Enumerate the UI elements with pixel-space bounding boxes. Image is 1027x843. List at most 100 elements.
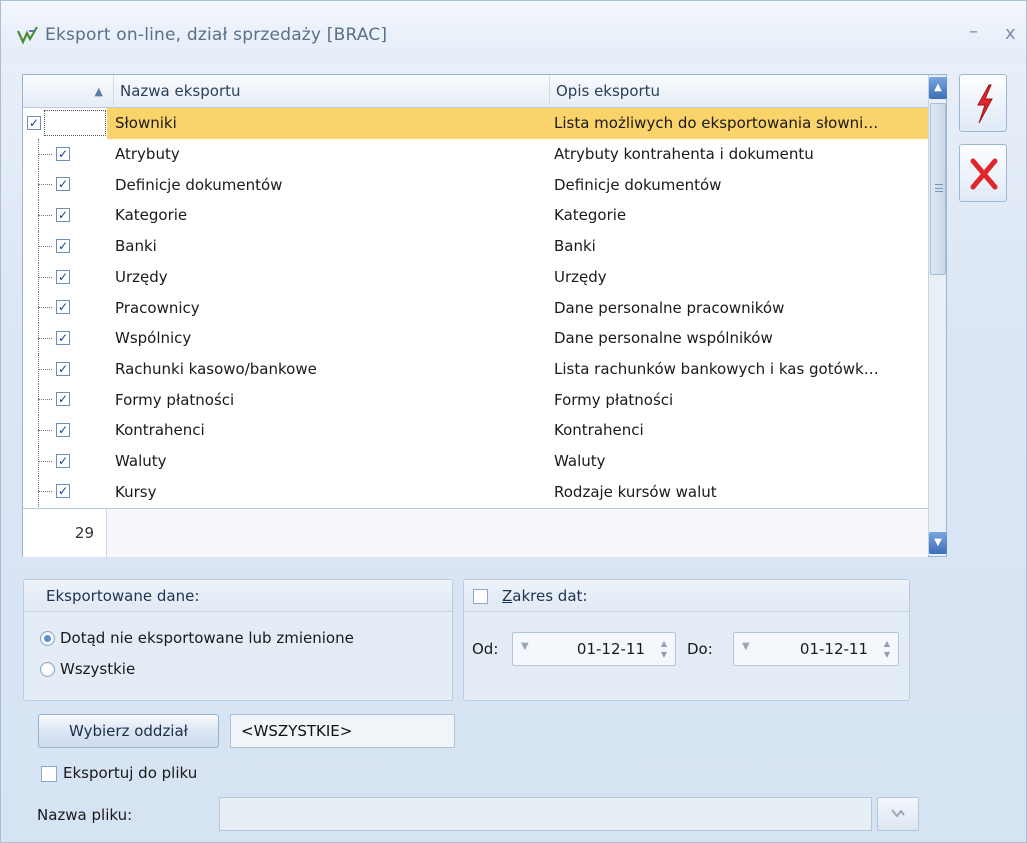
- cell-name: Rachunki kasowo/bankowe: [115, 359, 317, 378]
- tree-line: [38, 276, 52, 278]
- row-check-area: ✓: [23, 261, 107, 293]
- table-row[interactable]: ✓ Pracownicy Dane personalne pracowników: [23, 292, 928, 323]
- minimize-button[interactable]: –: [969, 21, 978, 42]
- table-row[interactable]: ✓ Atrybuty Atrybuty kontrahenta i dokument…: [23, 138, 928, 170]
- browse-icon: [891, 809, 905, 818]
- cell-name: Wspólnicy: [115, 329, 192, 348]
- row-check-area: ✓: [23, 353, 107, 385]
- to-date-field[interactable]: ▼ 01-12-11 ▲ ▼: [733, 632, 899, 666]
- tree-line: [38, 399, 52, 401]
- row-check-area: ✓: [23, 476, 107, 508]
- column-header-name[interactable]: Nazwa eksportu: [113, 75, 549, 108]
- table-row[interactable]: ✓ Wspólnicy Dane personalne wspólników: [23, 322, 928, 354]
- export-to-file-label[interactable]: Eksportuj do pliku: [63, 764, 197, 782]
- cell-description: Lista możliwych do eksportowania słowni…: [554, 114, 879, 133]
- spin-icon[interactable]: ▲ ▼: [884, 638, 890, 660]
- table-row[interactable]: ✓ Waluty Waluty: [23, 445, 928, 477]
- table-row[interactable]: ✓ Kursy Rodzaje kursów walut: [23, 476, 928, 508]
- row-checkbox[interactable]: ✓: [56, 238, 70, 253]
- row-checkbox[interactable]: ✓: [56, 484, 70, 499]
- cell-name: Atrybuty: [115, 145, 180, 164]
- to-label: Do:: [687, 640, 713, 658]
- exported-data-title: Eksportowane dane:: [24, 580, 452, 612]
- cell-description: Waluty: [554, 452, 606, 471]
- table-row[interactable]: ✓ Kategorie Kategorie: [23, 200, 928, 231]
- cell-name: Waluty: [115, 452, 167, 471]
- row-check-area: ✓: [23, 108, 107, 139]
- table-row[interactable]: ✓ Rachunki kasowo/bankowe Lista rachunków …: [23, 353, 928, 385]
- table-row[interactable]: ✓ Urzędy Urzędy: [23, 261, 928, 293]
- app-icon: [17, 26, 38, 45]
- cell-description: Formy płatności: [554, 390, 674, 409]
- grid-footer: 29: [23, 508, 928, 557]
- cancel-button[interactable]: [959, 144, 1007, 202]
- run-export-button[interactable]: [959, 74, 1007, 132]
- radio-all[interactable]: Wszystkie: [40, 660, 135, 678]
- scroll-thumb[interactable]: [930, 103, 946, 275]
- select-branch-button[interactable]: Wybierz oddział: [38, 714, 219, 748]
- row-checkbox[interactable]: ✓: [56, 330, 70, 345]
- row-checkbox[interactable]: ✓: [56, 177, 70, 192]
- branch-field: <WSZYSTKIE>: [230, 714, 455, 748]
- lightning-icon: [977, 84, 993, 124]
- row-checkbox[interactable]: ✓: [56, 453, 70, 468]
- browse-file-button[interactable]: [877, 797, 919, 831]
- tree-line: [38, 215, 52, 217]
- tree-line: [38, 460, 52, 462]
- table-row[interactable]: ✓ Słowniki Lista możliwych do eksportowani…: [23, 108, 928, 139]
- cell-name: Formy płatności: [115, 390, 235, 409]
- table-row[interactable]: ✓ Kontrahenci Kontrahenci: [23, 415, 928, 446]
- file-name-label: Nazwa pliku:: [37, 806, 133, 824]
- close-button[interactable]: x: [1005, 23, 1016, 44]
- scroll-up-button[interactable]: ▲: [929, 77, 947, 99]
- tree-line: [38, 184, 52, 186]
- cell-description: Rodzaje kursów walut: [554, 482, 717, 501]
- tree-line: [38, 245, 52, 247]
- export-grid: ▲ Nazwa eksportu Opis eksportu ✓ Słowniki…: [22, 74, 947, 557]
- radio-icon[interactable]: [40, 630, 55, 646]
- row-check-area: ✓: [23, 384, 107, 415]
- row-check-area: ✓: [23, 445, 107, 477]
- row-checkbox[interactable]: ✓: [56, 208, 70, 223]
- cell-name: Pracownicy: [115, 298, 200, 317]
- spin-icon[interactable]: ▲ ▼: [661, 638, 667, 660]
- focus-outline: [44, 110, 106, 136]
- table-row[interactable]: ✓ Formy płatności Formy płatności: [23, 384, 928, 415]
- row-check-area: ✓: [23, 415, 107, 446]
- row-checkbox[interactable]: ✓: [56, 361, 70, 376]
- exported-data-group: Eksportowane dane: Dotąd nie eksportowan…: [23, 579, 453, 701]
- row-checkbox[interactable]: ✓: [56, 423, 70, 437]
- dropdown-arrow-icon[interactable]: ▼: [742, 641, 750, 652]
- cell-description: Banki: [554, 237, 596, 256]
- row-checkbox[interactable]: ✓: [56, 146, 70, 161]
- dropdown-arrow-icon[interactable]: ▼: [521, 641, 529, 652]
- tree-line: [38, 307, 52, 309]
- scroll-down-button[interactable]: ▼: [929, 532, 947, 554]
- row-checkbox[interactable]: ✓: [27, 116, 41, 130]
- from-date-field[interactable]: ▼ 01-12-11 ▲ ▼: [512, 632, 676, 666]
- sort-arrow-icon[interactable]: ▲: [23, 75, 113, 108]
- table-row[interactable]: ✓ Banki Banki: [23, 230, 928, 262]
- row-checkbox[interactable]: ✓: [56, 269, 70, 284]
- vertical-scrollbar[interactable]: ▲ ▼: [928, 75, 947, 556]
- row-checkbox[interactable]: ✓: [56, 300, 70, 315]
- radio-icon[interactable]: [40, 661, 55, 677]
- cell-description: Dane personalne pracowników: [554, 298, 785, 317]
- grid-header: ▲ Nazwa eksportu Opis eksportu: [23, 75, 928, 108]
- table-row[interactable]: ✓ Definicje dokumentów Definicje dokumentó…: [23, 169, 928, 201]
- radio-not-exported[interactable]: Dotąd nie eksportowane lub zmienione: [40, 629, 354, 647]
- row-check-area: ✓: [23, 322, 107, 354]
- date-range-title: Zakres dat:: [464, 580, 909, 612]
- date-range-checkbox[interactable]: [473, 589, 488, 604]
- export-dialog: Eksport on-line, dział sprzedaży [BRAC] …: [0, 0, 1027, 843]
- date-range-group: Zakres dat: Od: ▼ 01-12-11 ▲ ▼ Do: ▼ 01-1…: [463, 579, 910, 701]
- file-name-input[interactable]: [219, 797, 872, 831]
- cell-name: Definicje dokumentów: [115, 175, 283, 194]
- row-checkbox[interactable]: ✓: [56, 392, 70, 407]
- cell-description: Lista rachunków bankowych i kas gotówk…: [554, 359, 879, 378]
- cell-description: Dane personalne wspólników: [554, 329, 773, 348]
- export-to-file-checkbox[interactable]: [41, 766, 57, 782]
- tree-line: [38, 491, 52, 493]
- column-header-description[interactable]: Opis eksportu: [549, 75, 928, 108]
- cell-name: Urzędy: [115, 267, 168, 286]
